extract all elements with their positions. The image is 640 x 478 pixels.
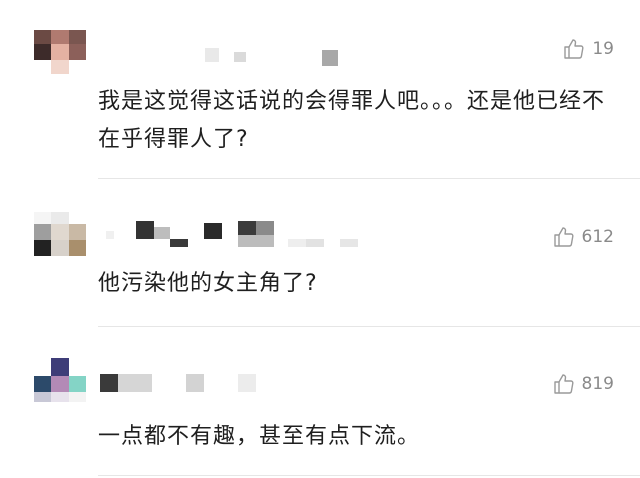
comment-text: 他污染他的女主角了?	[98, 271, 318, 296]
like-button[interactable]: 819	[552, 371, 614, 397]
thumbs-up-icon	[553, 227, 574, 247]
comment-text: 我是这觉得这话说的会得罪人吧。。。还是他已经不在乎得罪人了?	[98, 89, 606, 152]
divider	[98, 475, 640, 476]
avatar[interactable]	[34, 30, 86, 74]
like-button[interactable]: 19	[562, 36, 614, 62]
avatar[interactable]	[34, 358, 86, 402]
like-count: 612	[581, 227, 614, 247]
divider	[98, 326, 640, 327]
username-mosaic[interactable]	[100, 374, 265, 394]
comment-feed: 19 我是这觉得这话说的会得罪人吧。。。还是他已经不在乎得罪人了? 612 他污…	[0, 0, 640, 478]
like-count: 19	[592, 39, 614, 59]
like-button[interactable]: 612	[552, 224, 614, 250]
like-count: 819	[581, 374, 614, 394]
username-mosaic[interactable]	[200, 44, 350, 66]
username-mosaic[interactable]	[100, 221, 365, 247]
comment-text: 一点都不有趣，甚至有点下流。	[98, 424, 421, 449]
divider	[98, 178, 640, 179]
avatar[interactable]	[34, 212, 86, 256]
thumbs-up-icon	[553, 374, 574, 394]
thumbs-up-icon	[564, 39, 584, 59]
